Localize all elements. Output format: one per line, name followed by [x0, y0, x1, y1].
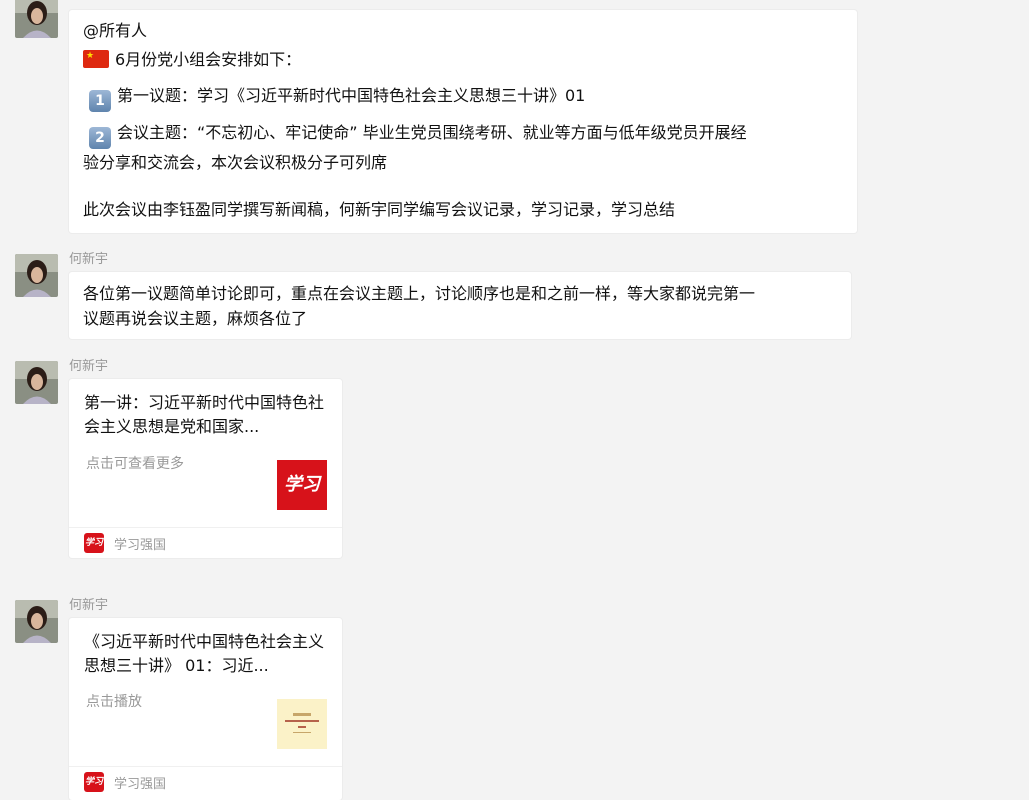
video-card-description: 点击播放	[86, 694, 142, 710]
mention-all: @所有人	[83, 21, 148, 40]
link-card-footer: 学习 学习强国	[69, 527, 342, 558]
video-card-footer: 学习 学习强国	[69, 766, 342, 797]
avatar[interactable]	[15, 0, 58, 38]
link-card-description: 点击可查看更多	[86, 456, 184, 472]
china-flag-icon	[83, 50, 109, 68]
agenda-item-2: 2 会议主题：“不忘初心、牢记使命” 毕业生党员围绕考研、就业等方面与低年级党员开…	[89, 122, 747, 149]
message-bubble-text[interactable]: 各位第一议题简单讨论即可，重点在会议主题上，讨论顺序也是和之前一样，等大家都说完…	[69, 272, 851, 339]
keycap-2-icon: 2	[89, 127, 111, 149]
video-card[interactable]: 《习近平新时代中国特色社会主义思想三十讲》 01：习近... 点击播放 学习 学…	[69, 618, 342, 800]
avatar[interactable]	[15, 254, 58, 297]
source-label: 学习强国	[114, 538, 167, 553]
xuexi-logo-icon: 学习	[84, 772, 104, 792]
source-label: 学习强国	[114, 777, 167, 792]
avatar[interactable]	[15, 600, 58, 643]
avatar[interactable]	[15, 361, 58, 404]
agenda-item-2-cont: 验分享和交流会，本次会议积极分子可列席	[83, 153, 388, 172]
announcement-heading: 6月份党小组会安排如下：	[83, 49, 301, 71]
sender-name: 何新宇	[69, 252, 109, 267]
message-bubble-announcement[interactable]: @所有人 6月份党小组会安排如下： 1第一议题：学习《习近平新时代中国特色社会主…	[69, 10, 857, 233]
keycap-1-icon: 1	[89, 90, 111, 112]
message-text-line: 各位第一议题简单讨论即可，重点在会议主题上，讨论顺序也是和之前一样，等大家都说完…	[83, 284, 756, 303]
video-card-title: 《习近平新时代中国特色社会主义思想三十讲》 01：习近...	[84, 632, 325, 675]
agenda-item-1: 1 第一议题：学习《习近平新时代中国特色社会主义思想三十讲》01	[89, 85, 585, 112]
message-text-line: 议题再说会议主题，麻烦各位了	[83, 309, 308, 328]
link-card[interactable]: 第一讲：习近平新时代中国特色社会主义思想是党和国家... 点击可查看更多 学习 …	[69, 379, 342, 558]
sender-name: 何新宇	[69, 598, 109, 613]
sender-name: 何新宇	[69, 359, 109, 374]
link-card-thumbnail: 学习	[277, 460, 327, 510]
video-card-thumbnail	[277, 699, 327, 749]
assignment-note: 此次会议由李钰盈同学撰写新闻稿，何新宇同学编写会议记录，学习记录，学习总结	[83, 200, 676, 219]
xuexi-logo-icon: 学习	[84, 533, 104, 553]
link-card-title: 第一讲：习近平新时代中国特色社会主义思想是党和国家...	[84, 393, 325, 436]
